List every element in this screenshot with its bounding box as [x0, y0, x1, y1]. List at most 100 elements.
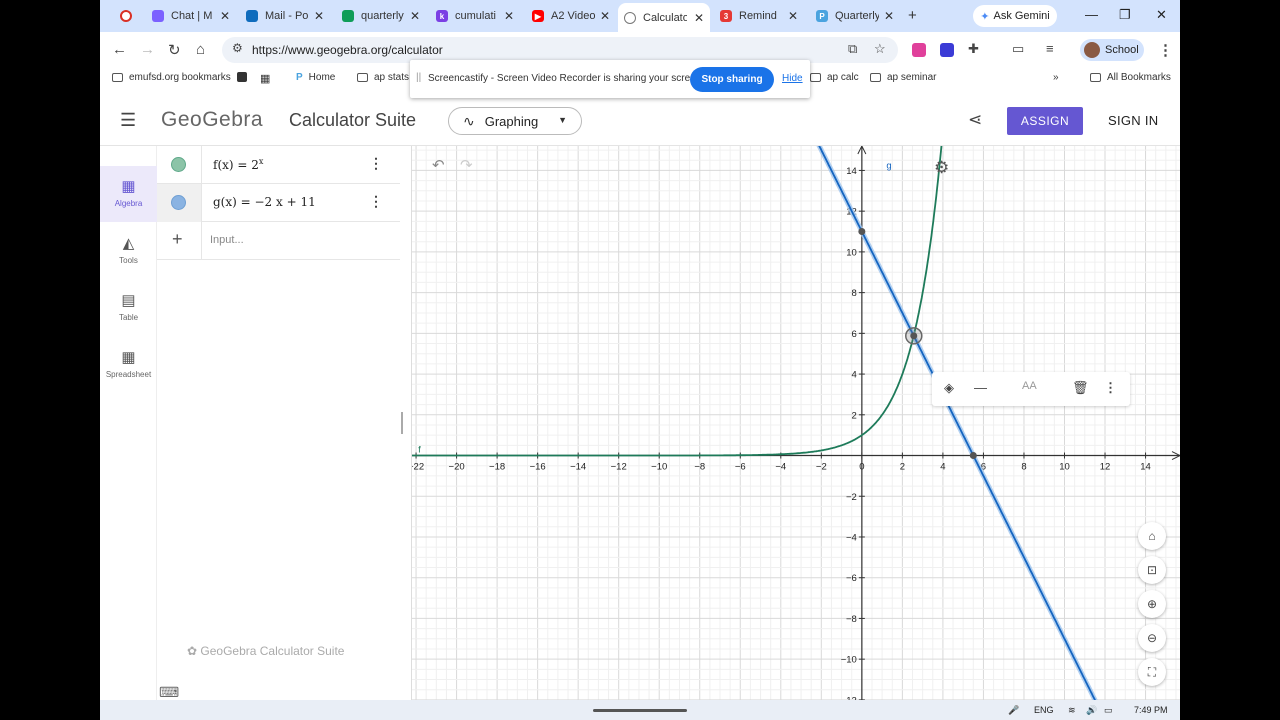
panel-resize-handle[interactable] [401, 412, 403, 434]
tab-mail[interactable]: Mail - Po ✕ [240, 5, 330, 27]
row-menu-icon[interactable]: ⋮ [369, 155, 383, 172]
close-icon[interactable]: ✕ [884, 9, 894, 23]
row-menu-icon[interactable]: ⋮ [369, 193, 383, 210]
tab-calculator[interactable]: Calculato ✕ [618, 3, 710, 32]
site-info-icon[interactable]: ⚙ [232, 41, 243, 55]
profile-button[interactable]: School [1080, 39, 1144, 61]
bookmark-emufsd[interactable]: emufsd.org bookmarks [112, 72, 231, 83]
close-icon[interactable]: ✕ [220, 9, 230, 23]
algebra-row-f[interactable]: f(x) = 2x ⋮ [157, 146, 400, 184]
more-icon[interactable]: ⋮ [1104, 380, 1117, 396]
expression[interactable]: g(x) = −2 x + 11 [213, 195, 316, 209]
tab-title: Remind [739, 10, 777, 22]
close-icon[interactable]: ✕ [504, 9, 514, 23]
visibility-toggle[interactable] [171, 195, 186, 210]
new-tab-button[interactable]: + [908, 7, 917, 24]
bookmark-star-icon[interactable]: ☆ [874, 41, 886, 57]
tab-kami[interactable]: k cumulati ✕ [430, 5, 520, 27]
window-close-icon[interactable]: ✕ [1156, 7, 1167, 23]
close-icon[interactable]: ✕ [410, 9, 420, 23]
graphics-view[interactable]: −22−20−18−16−14−12−10−8−6−4−202468101214… [412, 146, 1180, 706]
close-icon[interactable]: ✕ [600, 9, 610, 23]
rail-tools[interactable]: ◭ Tools [100, 223, 157, 279]
bookmark-ap-seminar[interactable]: ap seminar [870, 72, 936, 83]
more-bookmarks-icon[interactable]: » [1053, 72, 1059, 83]
menu-icon[interactable]: ☰ [120, 110, 136, 131]
tab-recording[interactable] [114, 5, 150, 27]
extension-icon[interactable] [912, 43, 926, 57]
line-style-icon[interactable]: — [974, 380, 987, 395]
extension-c-icon[interactable] [940, 43, 954, 57]
all-bookmarks[interactable]: All Bookmarks [1090, 72, 1171, 83]
reload-icon[interactable]: ↻ [168, 41, 181, 59]
url-text[interactable]: https://www.geogebra.org/calculator [252, 43, 443, 57]
algebra-input-row[interactable]: + Input... [157, 222, 400, 260]
clock[interactable]: 7:49 PM [1134, 705, 1168, 715]
close-icon[interactable]: ✕ [788, 9, 798, 23]
hide-link[interactable]: Hide [782, 73, 803, 84]
rail-table[interactable]: ▤ Table [100, 280, 157, 336]
app-switcher[interactable]: ∿ Graphing ▼ [448, 107, 582, 135]
back-icon[interactable]: ← [112, 41, 127, 58]
rail-algebra[interactable]: ▦ Algebra [100, 166, 157, 222]
text-size-icon[interactable]: AA [1022, 380, 1037, 392]
pear-icon: P [816, 10, 828, 22]
media-icon[interactable]: ≡ [1046, 41, 1054, 56]
close-icon[interactable]: ✕ [694, 11, 704, 25]
language-indicator[interactable]: ENG [1034, 705, 1054, 715]
exponent: x [258, 157, 264, 166]
forward-icon[interactable]: → [140, 41, 155, 58]
plus-icon[interactable]: + [172, 229, 183, 250]
algebra-row-g[interactable]: g(x) = −2 x + 11 ⋮ [157, 184, 400, 222]
stop-sharing-button[interactable]: Stop sharing [690, 67, 774, 92]
tab-strip: Chat | M ✕ Mail - Po ✕ quarterly ✕ k cum… [100, 0, 1180, 32]
geogebra-logo[interactable]: GeoGebra [161, 108, 263, 132]
battery-icon[interactable]: ▭ [1104, 705, 1113, 716]
sign-in-button[interactable]: SIGN IN [1108, 113, 1159, 128]
bookmark-label: ap seminar [887, 72, 937, 83]
bookmark-ap-calc[interactable]: ap calc [810, 72, 859, 83]
minimize-icon[interactable]: — [1085, 7, 1098, 22]
bookmark-square[interactable] [237, 72, 247, 82]
visibility-toggle[interactable] [171, 157, 186, 172]
tab-quarterly[interactable]: P Quarterly ✕ [810, 5, 900, 27]
volume-icon[interactable]: 🔊 [1086, 705, 1097, 716]
install-app-icon[interactable]: ⧉ [848, 41, 857, 57]
zoom-in-button[interactable]: ⊕ [1138, 590, 1166, 618]
extensions-puzzle-icon[interactable]: ✚ [968, 41, 979, 57]
bookmark-ap-stats[interactable]: ap stats [357, 72, 409, 83]
tab-drive[interactable]: quarterly ✕ [336, 5, 426, 27]
undo-icon[interactable]: ↶ [432, 156, 445, 174]
tab-remind[interactable]: 3 Remind ✕ [714, 5, 804, 27]
expression[interactable]: f(x) = 2x [213, 157, 263, 172]
zoom-out-icon: ⊖ [1146, 631, 1158, 645]
close-icon[interactable]: ✕ [314, 9, 324, 23]
rail-spreadsheet[interactable]: ▦ Spreadsheet [100, 337, 157, 393]
fill-color-icon[interactable]: ◈ [944, 380, 954, 396]
delete-icon[interactable]: 🗑 [1072, 380, 1089, 396]
menu-kebab-icon[interactable]: ⋮ [1158, 41, 1173, 59]
ask-gemini-button[interactable]: ✦ Ask Gemini [973, 5, 1057, 27]
drag-handle-icon[interactable]: || [416, 72, 421, 83]
tab-youtube[interactable]: ▶ A2 Video ✕ [526, 5, 616, 27]
cast-icon[interactable]: ▭ [1012, 41, 1024, 57]
home-icon[interactable]: ⌂ [196, 41, 205, 58]
algebra-input[interactable]: Input... [210, 234, 244, 246]
mic-icon[interactable]: 🎤 [1008, 705, 1019, 716]
assign-button[interactable]: ASSIGN [1007, 107, 1083, 135]
share-icon[interactable]: ⋖ [968, 110, 982, 130]
redo-icon[interactable]: ↷ [460, 156, 473, 174]
standard-view-button[interactable]: ⊡ [1138, 556, 1166, 584]
restore-icon[interactable]: ❐ [1119, 7, 1131, 23]
fullscreen-button[interactable]: ⛶ [1138, 658, 1166, 686]
graph-canvas[interactable]: −22−20−18−16−14−12−10−8−6−4−202468101214… [412, 146, 1180, 706]
remind-icon: 3 [720, 10, 732, 22]
bookmark-home[interactable]: P Home [296, 72, 335, 83]
settings-gear-icon[interactable]: ⚙ [934, 158, 949, 178]
keyboard-icon[interactable]: ⌨ [159, 684, 179, 701]
wifi-icon[interactable]: ≋ [1068, 705, 1076, 716]
zoom-out-button[interactable]: ⊖ [1138, 624, 1166, 652]
bookmark-apps[interactable]: ▦ [260, 72, 270, 85]
tab-chat[interactable]: Chat | M ✕ [146, 5, 236, 27]
home-view-button[interactable]: ⌂ [1138, 522, 1166, 550]
